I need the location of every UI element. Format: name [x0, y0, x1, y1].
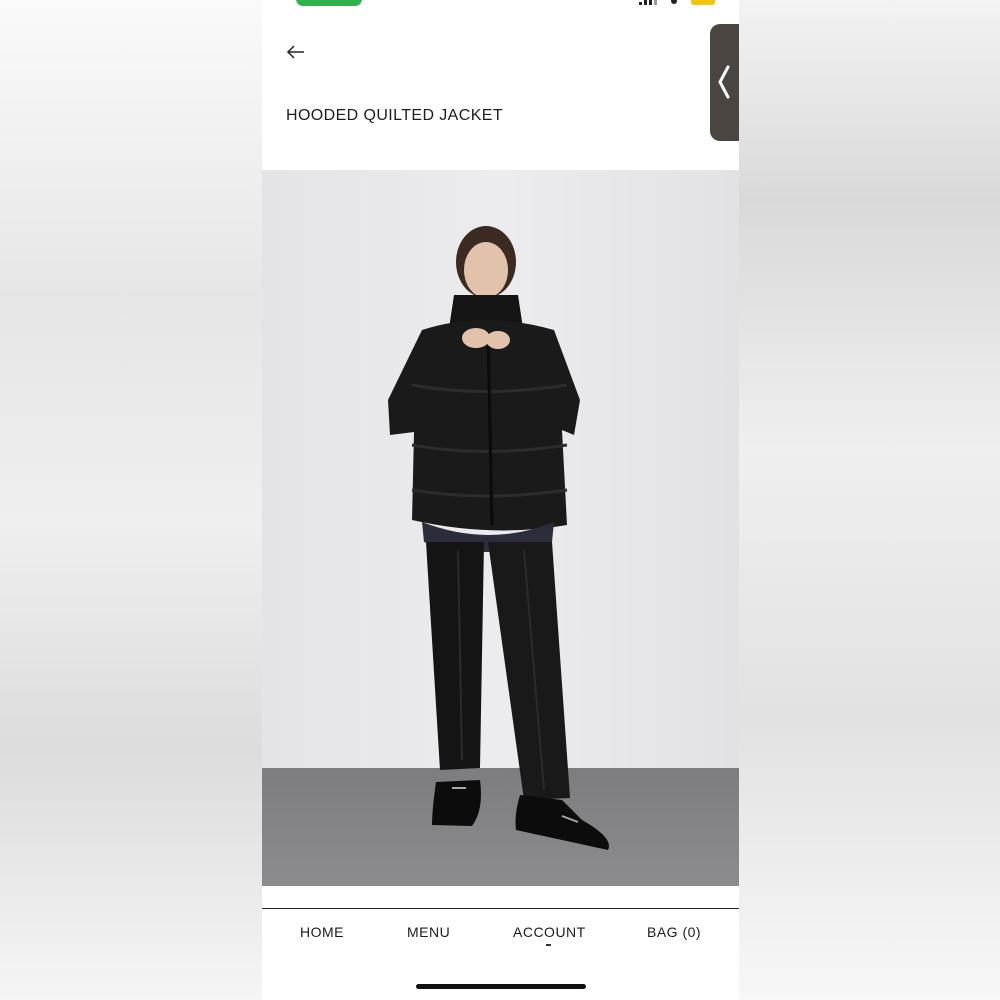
nav-account[interactable]: ACCOUNT — [513, 924, 586, 940]
background-left — [0, 0, 262, 1000]
signal-icon — [639, 0, 657, 5]
nav-bag[interactable]: BAG (0) — [647, 924, 701, 940]
nav-divider — [262, 908, 739, 909]
battery-icon — [691, 0, 715, 5]
phone-screen: HOODED QUILTED JACKET HOME MENU ACCOUNT … — [262, 0, 739, 1000]
product-title: HOODED QUILTED JACKET — [286, 107, 504, 124]
bottom-nav: HOME MENU ACCOUNT BAG (0) — [262, 924, 739, 948]
status-call-pill[interactable] — [296, 0, 362, 6]
chevron-left-icon — [718, 65, 730, 99]
nav-home[interactable]: HOME — [300, 924, 344, 940]
active-nav-indicator — [546, 944, 551, 946]
wifi-icon — [671, 0, 677, 4]
back-button[interactable] — [284, 40, 308, 64]
side-panel-handle[interactable] — [710, 24, 739, 141]
arrow-left-icon — [286, 45, 304, 59]
status-bar-icons — [639, 0, 715, 6]
product-photo[interactable] — [262, 170, 739, 886]
nav-menu[interactable]: MENU — [407, 924, 450, 940]
background-right — [739, 0, 1000, 1000]
home-indicator[interactable] — [416, 984, 586, 989]
product-photo-illustration — [262, 170, 739, 886]
